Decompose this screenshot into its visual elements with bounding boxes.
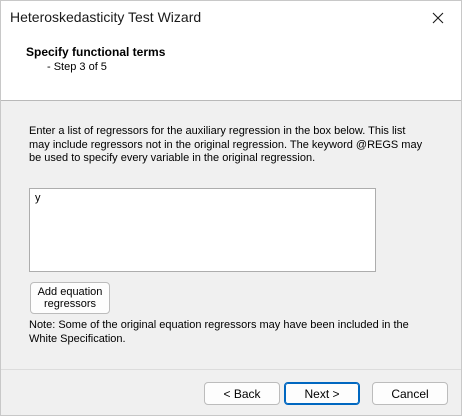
close-icon [432,12,444,24]
close-button[interactable] [415,1,461,35]
back-button[interactable]: < Back [204,382,280,405]
regressors-input[interactable]: y [29,188,376,272]
step-title: Specify functional terms [26,45,166,59]
cancel-button[interactable]: Cancel [372,382,448,405]
instructions-text: Enter a list of regressors for the auxil… [29,125,423,164]
dialog-window: Heteroskedasticity Test Wizard Specify f… [0,0,462,416]
footer-divider [1,369,461,370]
step-subtitle: - Step 3 of 5 [47,61,107,73]
wizard-header: Specify functional terms - Step 3 of 5 [1,35,461,101]
note-text: Note: Some of the original equation regr… [29,319,409,345]
title-bar: Heteroskedasticity Test Wizard [1,1,461,35]
window-title: Heteroskedasticity Test Wizard [10,9,202,25]
next-button[interactable]: Next > [284,382,360,405]
add-equation-regressors-button[interactable]: Add equation regressors [30,282,110,314]
